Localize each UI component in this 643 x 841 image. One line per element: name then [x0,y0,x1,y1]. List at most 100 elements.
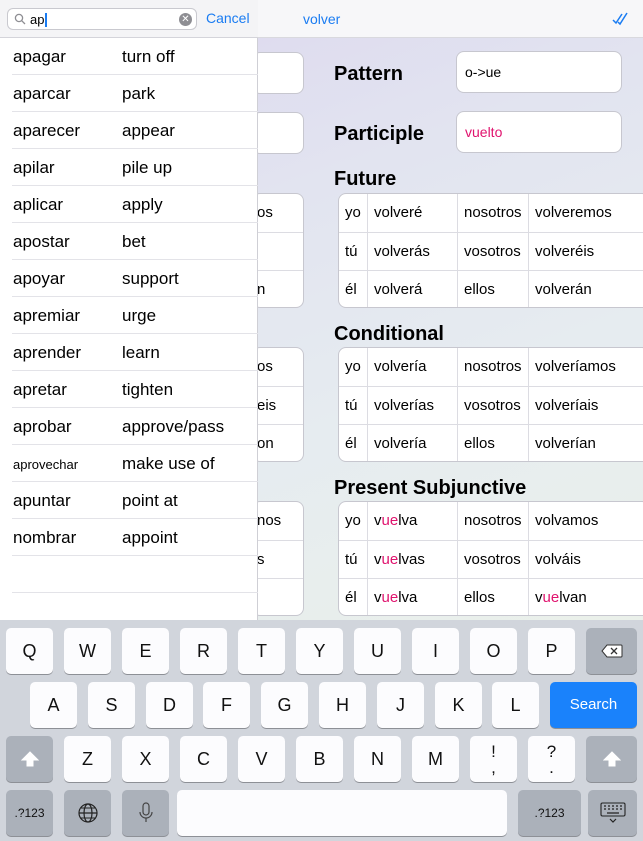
search-key[interactable]: Search [550,682,637,728]
key-k[interactable]: K [435,682,482,728]
key-o[interactable]: O [470,628,517,674]
key-q[interactable]: Q [6,628,53,674]
form-part: lvas [398,551,425,568]
microphone-icon [138,802,153,822]
list-item[interactable]: apremiar urge [0,297,258,334]
list-item[interactable]: aparcar park [0,75,258,112]
key-d[interactable]: D [146,682,193,728]
key-u[interactable]: U [354,628,401,674]
key-s[interactable]: S [88,682,135,728]
list-item[interactable]: aparecer appear [0,112,258,149]
shift-icon [602,751,621,767]
key-f[interactable]: F [203,682,250,728]
hidden-cell [253,232,303,270]
key-c[interactable]: C [180,736,227,782]
key-t[interactable]: T [238,628,285,674]
checkmark-icon[interactable] [612,10,628,26]
search-field[interactable]: ✕ [7,8,197,30]
hidden-table-future: os n [252,193,304,308]
globe-icon [77,803,98,823]
key-e[interactable]: E [122,628,169,674]
list-item[interactable]: aprobar approve/pass [0,408,258,445]
hidden-field-2 [252,112,304,154]
list-item[interactable]: aprovechar make use of [0,445,258,482]
list-item[interactable]: aprender learn [0,334,258,371]
backspace-key[interactable] [586,628,637,674]
key-v[interactable]: V [238,736,285,782]
subjunctive-table: yo vuelva nosotros volvamos tú vuelvas v… [338,501,643,616]
key-bottom-symbol: . [549,758,554,777]
hidden-field-1 [252,52,304,94]
search-input[interactable] [30,11,170,27]
list-item[interactable]: apretar tighten [0,371,258,408]
list-item[interactable]: apoyar support [0,260,258,297]
english-translation: park [122,84,156,103]
form-cell: volveremos [528,194,643,232]
list-item[interactable]: aplicar apply [0,186,258,223]
pronoun-cell: él [345,589,357,606]
clear-text-icon[interactable]: ✕ [179,13,192,26]
key-g[interactable]: G [261,682,308,728]
table-row: tú volverás vosotros volveréis [339,232,643,271]
spanish-verb: apretar [13,380,67,399]
key-l[interactable]: L [492,682,539,728]
shift-key-left[interactable] [6,736,53,782]
list-item[interactable]: nombrar appoint [0,519,258,556]
list-item[interactable]: apostar bet [0,223,258,260]
stem-change-highlight: ue [381,551,399,568]
shift-key-right[interactable] [586,736,637,782]
key-i[interactable]: I [412,628,459,674]
hidden-cell: os [257,204,273,221]
list-item[interactable]: apuntar point at [0,482,258,519]
key-z[interactable]: Z [64,736,111,782]
key-n[interactable]: N [354,736,401,782]
list-item[interactable]: apilar pile up [0,149,258,186]
hide-keyboard-key[interactable] [588,790,637,836]
pronoun-cell: yo [345,358,361,375]
key-h[interactable]: H [319,682,366,728]
on-screen-keyboard: Q W E R T Y U I O P A S D F G H J K L Se… [0,620,643,841]
form-cell: volveríamos [528,348,643,386]
form-part: lva [398,589,418,606]
pronoun-cell: ellos [457,579,528,615]
key-m[interactable]: M [412,736,459,782]
participle-label: Participle [334,123,425,145]
hidden-table-conditional: os eis on [252,347,304,462]
space-bar[interactable] [177,790,507,836]
backspace-icon [600,644,622,658]
numbers-key-left[interactable]: .?123 [6,790,53,836]
form-part: volváis [535,551,581,568]
key-y[interactable]: Y [296,628,343,674]
hidden-cell: os [257,358,273,375]
key-p[interactable]: P [528,628,575,674]
globe-key[interactable] [64,790,111,836]
english-translation: appear [122,121,175,140]
key-bottom-symbol: , [491,758,496,777]
key-question-period[interactable]: ? . [528,736,575,782]
form-cell: volvamos [528,502,643,540]
key-b[interactable]: B [296,736,343,782]
table-row: él volverá ellos volverán [339,270,643,307]
table-row: él volvería ellos volverían [339,424,643,461]
key-x[interactable]: X [122,736,169,782]
key-r[interactable]: R [180,628,227,674]
key-a[interactable]: A [30,682,77,728]
form-cell: volveríais [528,387,643,425]
english-translation: point at [122,491,178,510]
stem-change-highlight: ue [381,589,399,606]
verb-title: volver [303,11,341,27]
keyboard-hide-icon [599,802,626,823]
hidden-table-subjunctive: nos s [252,501,304,616]
list-item[interactable]: apagar turn off [0,38,258,75]
form-cell: volverán [528,271,643,307]
subjunctive-title: Present Subjunctive [334,477,527,499]
form-part: lvan [559,589,587,606]
cancel-button[interactable]: Cancel [206,10,250,26]
numbers-key-right[interactable]: .?123 [518,790,581,836]
key-exclamation-comma[interactable]: ! , [470,736,517,782]
future-table: yo volveré nosotros volveremos tú volver… [338,193,643,308]
pronoun-cell: él [345,435,357,452]
dictation-key[interactable] [122,790,169,836]
key-w[interactable]: W [64,628,111,674]
key-j[interactable]: J [377,682,424,728]
